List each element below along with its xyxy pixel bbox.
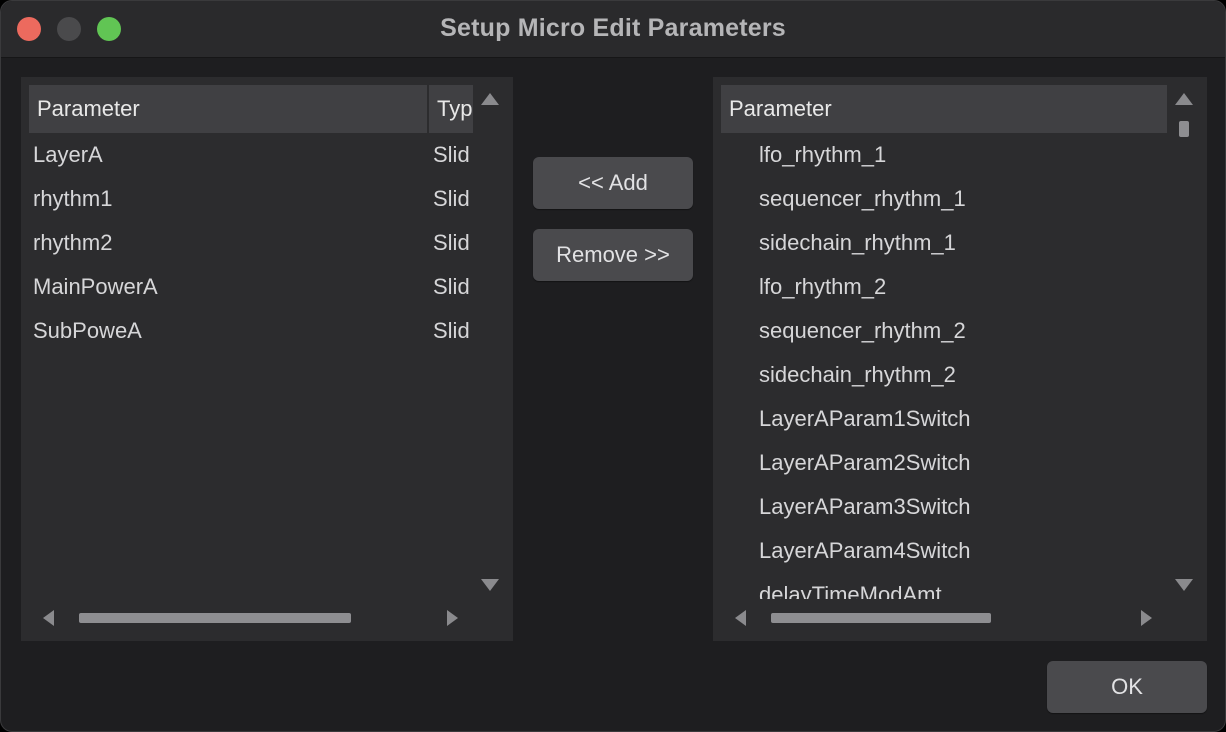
available-parameters-list[interactable]: Parameter lfo_rhythm_1 sequencer_rhythm_… — [713, 77, 1207, 641]
list-item[interactable]: delayTimeModAmt — [759, 573, 942, 599]
dialog-window: Setup Micro Edit Parameters Parameter Ty… — [0, 0, 1226, 732]
list-item[interactable]: lfo_rhythm_1 — [759, 133, 886, 177]
horizontal-scrollbar-thumb[interactable] — [79, 613, 351, 623]
right-list-body: lfo_rhythm_1 sequencer_rhythm_1 sidechai… — [713, 133, 1167, 599]
add-button[interactable]: << Add — [533, 157, 693, 209]
scroll-left-arrow-icon[interactable] — [43, 610, 54, 626]
selected-parameters-list[interactable]: Parameter Typ LayerA Slid rhythm1 Slid r… — [21, 77, 513, 641]
table-row[interactable]: SubPoweA Slid — [33, 309, 473, 353]
remove-button[interactable]: Remove >> — [533, 229, 693, 281]
row-type: Slid — [433, 274, 470, 299]
row-parameter-name: SubPoweA — [33, 318, 142, 343]
scroll-left-arrow-icon[interactable] — [735, 610, 746, 626]
list-item[interactable]: sidechain_rhythm_2 — [759, 353, 956, 397]
scroll-right-arrow-icon[interactable] — [1141, 610, 1152, 626]
row-type: Slid — [433, 142, 470, 167]
list-item[interactable]: sidechain_rhythm_1 — [759, 221, 956, 265]
row-type: Slid — [433, 318, 470, 343]
column-header-parameter[interactable]: Parameter — [721, 85, 1167, 133]
column-header-type[interactable]: Typ — [429, 85, 473, 133]
horizontal-scrollbar-thumb[interactable] — [771, 613, 991, 623]
column-header-parameter[interactable]: Parameter — [29, 85, 427, 133]
window-title: Setup Micro Edit Parameters — [440, 14, 786, 42]
title-bar[interactable]: Setup Micro Edit Parameters — [1, 1, 1225, 58]
list-item[interactable]: LayerAParam4Switch — [759, 529, 971, 573]
list-item[interactable]: sequencer_rhythm_1 — [759, 177, 966, 221]
list-item[interactable]: LayerAParam3Switch — [759, 485, 971, 529]
row-parameter-name: rhythm2 — [33, 230, 113, 255]
scroll-up-arrow-icon[interactable] — [481, 93, 499, 105]
scroll-up-arrow-icon[interactable] — [1175, 93, 1193, 105]
table-row[interactable]: rhythm2 Slid — [33, 221, 473, 265]
vertical-scrollbar-thumb[interactable] — [1179, 121, 1189, 137]
list-item[interactable]: LayerAParam2Switch — [759, 441, 971, 485]
scroll-down-arrow-icon[interactable] — [481, 579, 499, 591]
row-type: Slid — [433, 186, 470, 211]
list-item[interactable]: sequencer_rhythm_2 — [759, 309, 966, 353]
list-item[interactable]: lfo_rhythm_2 — [759, 265, 886, 309]
table-row[interactable]: rhythm1 Slid — [33, 177, 473, 221]
scroll-right-arrow-icon[interactable] — [447, 610, 458, 626]
scroll-down-arrow-icon[interactable] — [1175, 579, 1193, 591]
table-row[interactable]: MainPowerA Slid — [33, 265, 473, 309]
row-parameter-name: rhythm1 — [33, 186, 113, 211]
table-row[interactable]: LayerA Slid — [33, 133, 473, 177]
list-item[interactable]: LayerAParam1Switch — [759, 397, 971, 441]
row-parameter-name: MainPowerA — [33, 274, 158, 299]
row-type: Slid — [433, 230, 470, 255]
ok-button[interactable]: OK — [1047, 661, 1207, 713]
left-list-body: LayerA Slid rhythm1 Slid rhythm2 Slid Ma… — [21, 133, 473, 601]
row-parameter-name: LayerA — [33, 142, 103, 167]
